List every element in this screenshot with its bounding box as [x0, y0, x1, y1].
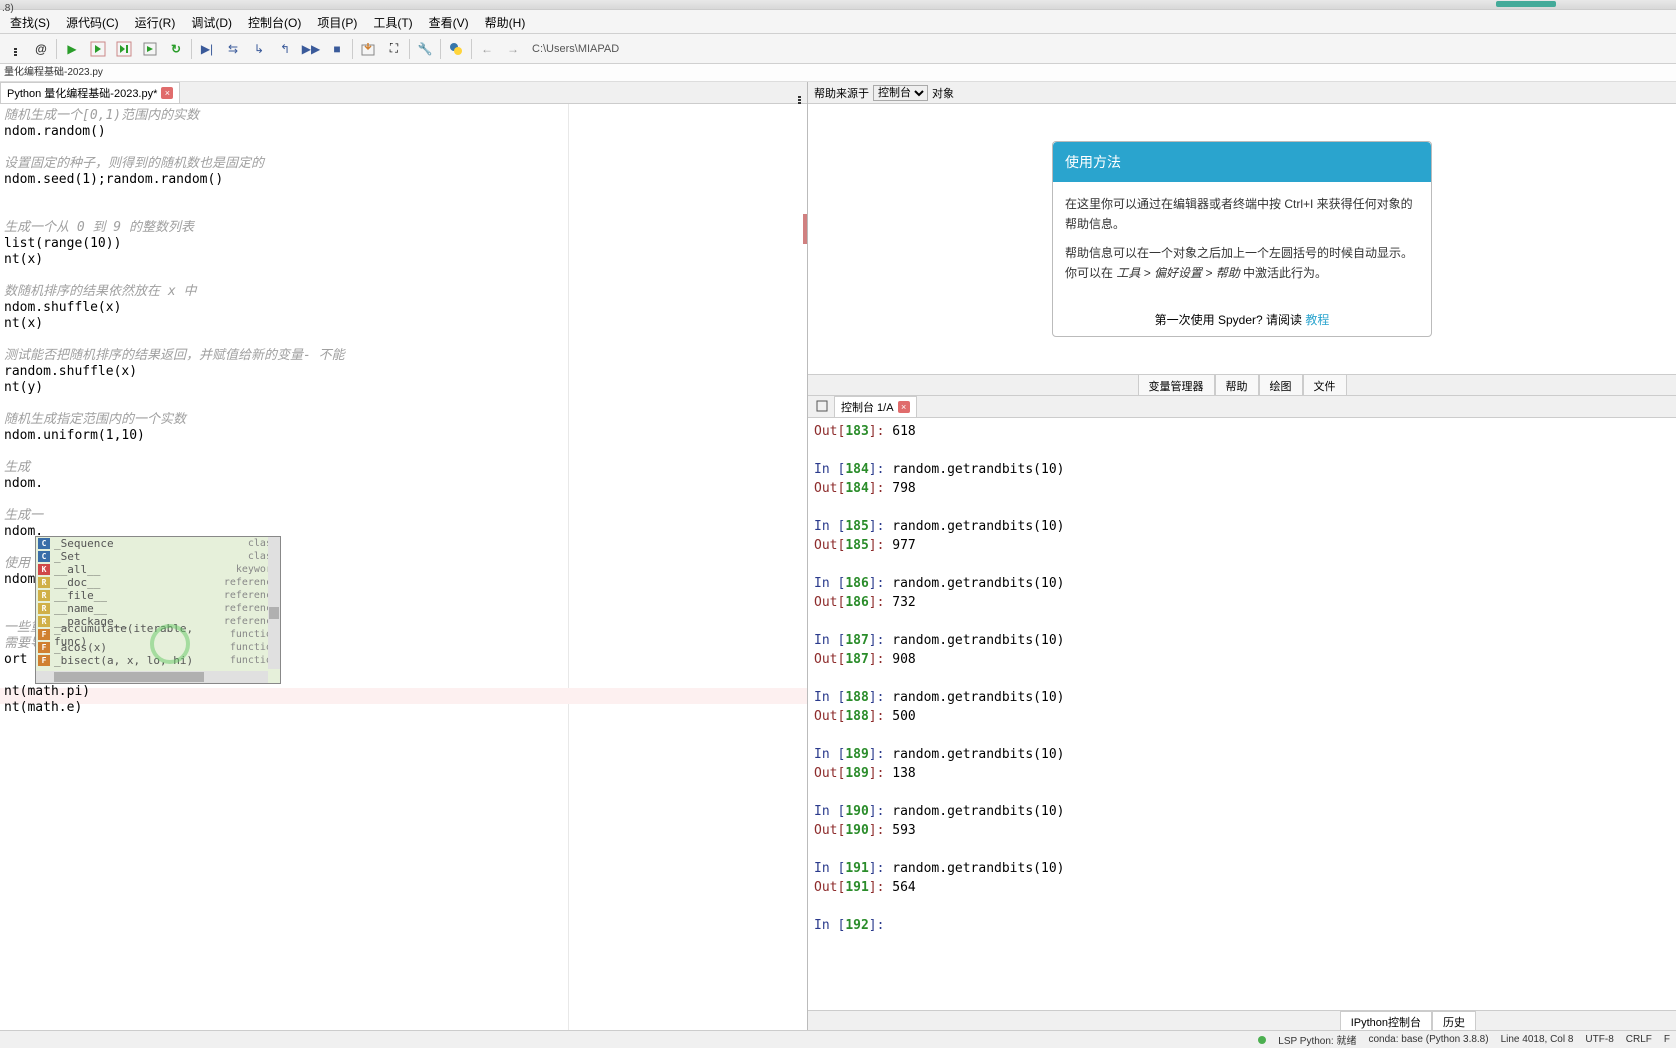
- status-rw: F: [1664, 1034, 1670, 1045]
- menu-item[interactable]: 项目(P): [309, 10, 365, 35]
- import-icon[interactable]: [355, 36, 381, 62]
- right-tab[interactable]: 变量管理器: [1138, 375, 1215, 395]
- nav-forward-icon[interactable]: →: [500, 36, 526, 62]
- right-tab-bar: 变量管理器帮助绘图文件: [808, 374, 1676, 396]
- help-object-label: 对象: [932, 85, 954, 101]
- help-body: 使用方法 在这里你可以通过在编辑器或者终端中按 Ctrl+I 来获得任何对象的帮…: [808, 104, 1676, 374]
- autocomplete-item[interactable]: R__name__reference: [36, 602, 280, 615]
- help-header: 帮助来源于 控制台 对象: [808, 82, 1676, 104]
- help-source-label: 帮助来源于: [814, 85, 869, 101]
- run-selection-icon[interactable]: [137, 36, 163, 62]
- status-position: Line 4018, Col 8: [1501, 1034, 1574, 1045]
- console-tab[interactable]: 控制台 1/A ×: [834, 396, 917, 417]
- console-pane: 控制台 1/A × Out[183]: 618 In [184]: random…: [808, 396, 1676, 1030]
- help-source-select[interactable]: 控制台: [873, 85, 928, 101]
- status-eol: CRLF: [1626, 1034, 1652, 1045]
- menu-icon[interactable]: [2, 36, 28, 62]
- tab-menu-icon[interactable]: [792, 85, 807, 103]
- progress-indicator: [1496, 1, 1556, 7]
- help-card: 使用方法 在这里你可以通过在编辑器或者终端中按 Ctrl+I 来获得任何对象的帮…: [1052, 141, 1432, 338]
- menu-item[interactable]: 调试(D): [183, 10, 240, 35]
- step-in-icon[interactable]: ↳: [246, 36, 272, 62]
- menu-item[interactable]: 查看(V): [421, 10, 477, 35]
- status-dot-icon: [1258, 1036, 1266, 1044]
- autocomplete-item[interactable]: C_Sequenceclass: [36, 537, 280, 550]
- console-tabs: 控制台 1/A ×: [808, 396, 1676, 418]
- help-footer: 第一次使用 Spyder? 请阅读 教程: [1053, 303, 1431, 336]
- autocomplete-item[interactable]: K__all__keyword: [36, 563, 280, 576]
- right-tab[interactable]: 绘图: [1259, 375, 1303, 395]
- stop-icon[interactable]: ■: [324, 36, 350, 62]
- run-icon[interactable]: ▶: [59, 36, 85, 62]
- right-pane: 帮助来源于 控制台 对象 使用方法 在这里你可以通过在编辑器或者终端中按 Ctr…: [808, 82, 1676, 1030]
- step-over-icon[interactable]: ⇆: [220, 36, 246, 62]
- working-dir: C:\Users\MIAPAD: [532, 43, 619, 55]
- menu-item[interactable]: 源代码(C): [58, 10, 127, 35]
- autocomplete-item[interactable]: F_bisect(a, x, lo, hi)function: [36, 654, 280, 667]
- step-out-icon[interactable]: ↰: [272, 36, 298, 62]
- status-encoding: UTF-8: [1585, 1034, 1613, 1045]
- code-editor[interactable]: 随机生成一个[0,1)范围内的实数 ndom.random() 设置固定的种子，…: [0, 104, 807, 1030]
- console-bottom-tab[interactable]: 历史: [1432, 1011, 1476, 1030]
- close-icon[interactable]: ×: [161, 87, 173, 99]
- help-text-1: 在这里你可以通过在编辑器或者终端中按 Ctrl+I 来获得任何对象的帮助信息。: [1065, 194, 1419, 235]
- autocomplete-popup[interactable]: C_SequenceclassC_SetclassK__all__keyword…: [35, 536, 281, 684]
- right-tab[interactable]: 文件: [1303, 375, 1347, 395]
- tab-label: Python 量化编程基础-2023.py*: [7, 85, 157, 101]
- editor-tab[interactable]: Python 量化编程基础-2023.py* ×: [0, 82, 180, 103]
- menu-item[interactable]: 查找(S): [2, 10, 58, 35]
- console-menu-icon[interactable]: [814, 398, 830, 417]
- console-bottom-tabs: IPython控制台历史: [808, 1010, 1676, 1030]
- rerun-icon[interactable]: ↻: [163, 36, 189, 62]
- menu-item[interactable]: 运行(R): [127, 10, 184, 35]
- autocomplete-item[interactable]: F_accumulate(iterable, func)function: [36, 628, 280, 641]
- autocomplete-item[interactable]: F_acos(x)function: [36, 641, 280, 654]
- menu-item[interactable]: 控制台(O): [240, 10, 309, 35]
- menu-item[interactable]: 工具(T): [365, 10, 420, 35]
- toolbar: @ ▶ ↻ ▶| ⇆ ↳ ↰ ▶▶ ■ ⛶ 🔧 ← → C:\Users\MIA…: [0, 34, 1676, 64]
- autocomplete-item[interactable]: R__file__reference: [36, 589, 280, 602]
- python-icon[interactable]: [443, 36, 469, 62]
- menu-bar: 查找(S)源代码(C)运行(R)调试(D)控制台(O)项目(P)工具(T)查看(…: [0, 10, 1676, 34]
- scrollbar-horizontal[interactable]: [36, 671, 268, 683]
- scrollbar-vertical[interactable]: [268, 537, 280, 669]
- nav-back-icon[interactable]: ←: [474, 36, 500, 62]
- continue-icon[interactable]: ▶▶: [298, 36, 324, 62]
- autocomplete-item[interactable]: R__doc__reference: [36, 576, 280, 589]
- status-bar: LSP Python: 就绪 conda: base (Python 3.8.8…: [0, 1030, 1676, 1048]
- status-conda[interactable]: conda: base (Python 3.8.8): [1369, 1034, 1489, 1045]
- console-output[interactable]: Out[183]: 618 In [184]: random.getrandbi…: [808, 418, 1676, 1010]
- title-bar: .8): [0, 0, 1676, 10]
- help-card-title: 使用方法: [1053, 142, 1431, 182]
- editor-tabs: Python 量化编程基础-2023.py* ×: [0, 82, 807, 104]
- breadcrumb: 量化编程基础-2023.py: [0, 64, 1676, 82]
- status-lsp: LSP Python: 就绪: [1278, 1032, 1356, 1047]
- at-icon[interactable]: @: [28, 36, 54, 62]
- maximize-icon[interactable]: ⛶: [381, 36, 407, 62]
- settings-icon[interactable]: 🔧: [412, 36, 438, 62]
- menu-item[interactable]: 帮助(H): [477, 10, 534, 35]
- right-tab[interactable]: 帮助: [1215, 375, 1259, 395]
- debug-icon[interactable]: ▶|: [194, 36, 220, 62]
- run-cell-icon[interactable]: [85, 36, 111, 62]
- close-icon[interactable]: ×: [898, 401, 910, 413]
- console-bottom-tab[interactable]: IPython控制台: [1340, 1011, 1432, 1030]
- help-text-2: 帮助信息可以在一个对象之后加上一个左圆括号的时候自动显示。你可以在 工具 > 偏…: [1065, 243, 1419, 284]
- run-cell-advance-icon[interactable]: [111, 36, 137, 62]
- editor-pane: Python 量化编程基础-2023.py* × 随机生成一个[0,1)范围内的…: [0, 82, 808, 1030]
- autocomplete-item[interactable]: C_Setclass: [36, 550, 280, 563]
- tutorial-link[interactable]: 教程: [1305, 313, 1329, 327]
